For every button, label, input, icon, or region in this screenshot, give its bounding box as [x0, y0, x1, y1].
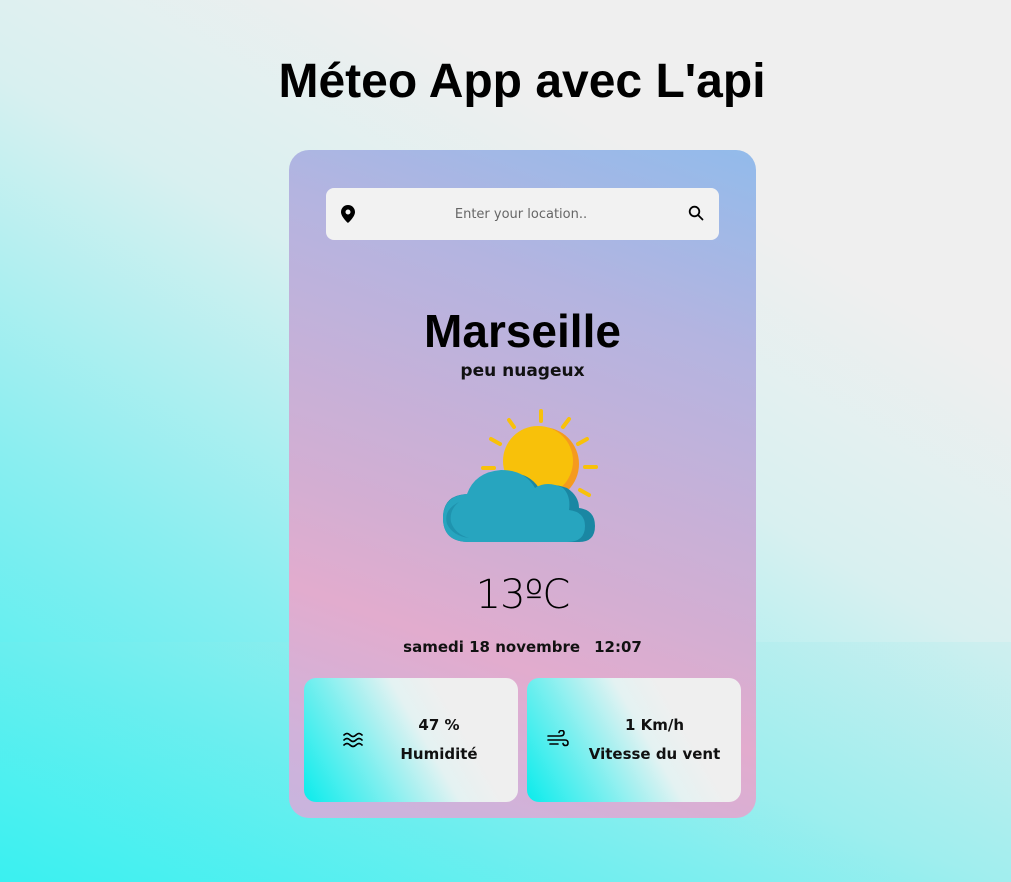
wind-label: Vitesse du vent	[588, 745, 721, 763]
search-bar	[326, 188, 719, 240]
humidity-label: Humidité	[400, 745, 478, 763]
weather-card: Marseille peu nuageux 13ºC samedi 18 nov…	[289, 150, 756, 818]
wind-icon	[547, 730, 569, 747]
date-time: samedi 18 novembre 12:07	[289, 638, 756, 656]
time-text: 12:07	[594, 638, 642, 656]
wind-box: 1 Km/h Vitesse du vent	[527, 678, 741, 802]
weather-description: peu nuageux	[460, 361, 585, 381]
wind-value: 1 Km/h	[624, 716, 685, 734]
temperature: 13ºC	[475, 572, 571, 618]
date-text: samedi 18 novembre	[403, 638, 581, 656]
water-waves-icon	[343, 732, 363, 748]
partly-cloudy-icon	[443, 409, 598, 542]
humidity-value: 47 %	[418, 716, 460, 734]
humidity-box: 47 % Humidité	[304, 678, 518, 802]
map-pin-icon	[341, 205, 355, 223]
location-search-input[interactable]	[371, 200, 671, 228]
app-title: Méteo App avec L'api	[278, 55, 766, 108]
search-icon[interactable]	[688, 205, 704, 221]
city-name: Marseille	[424, 305, 621, 357]
